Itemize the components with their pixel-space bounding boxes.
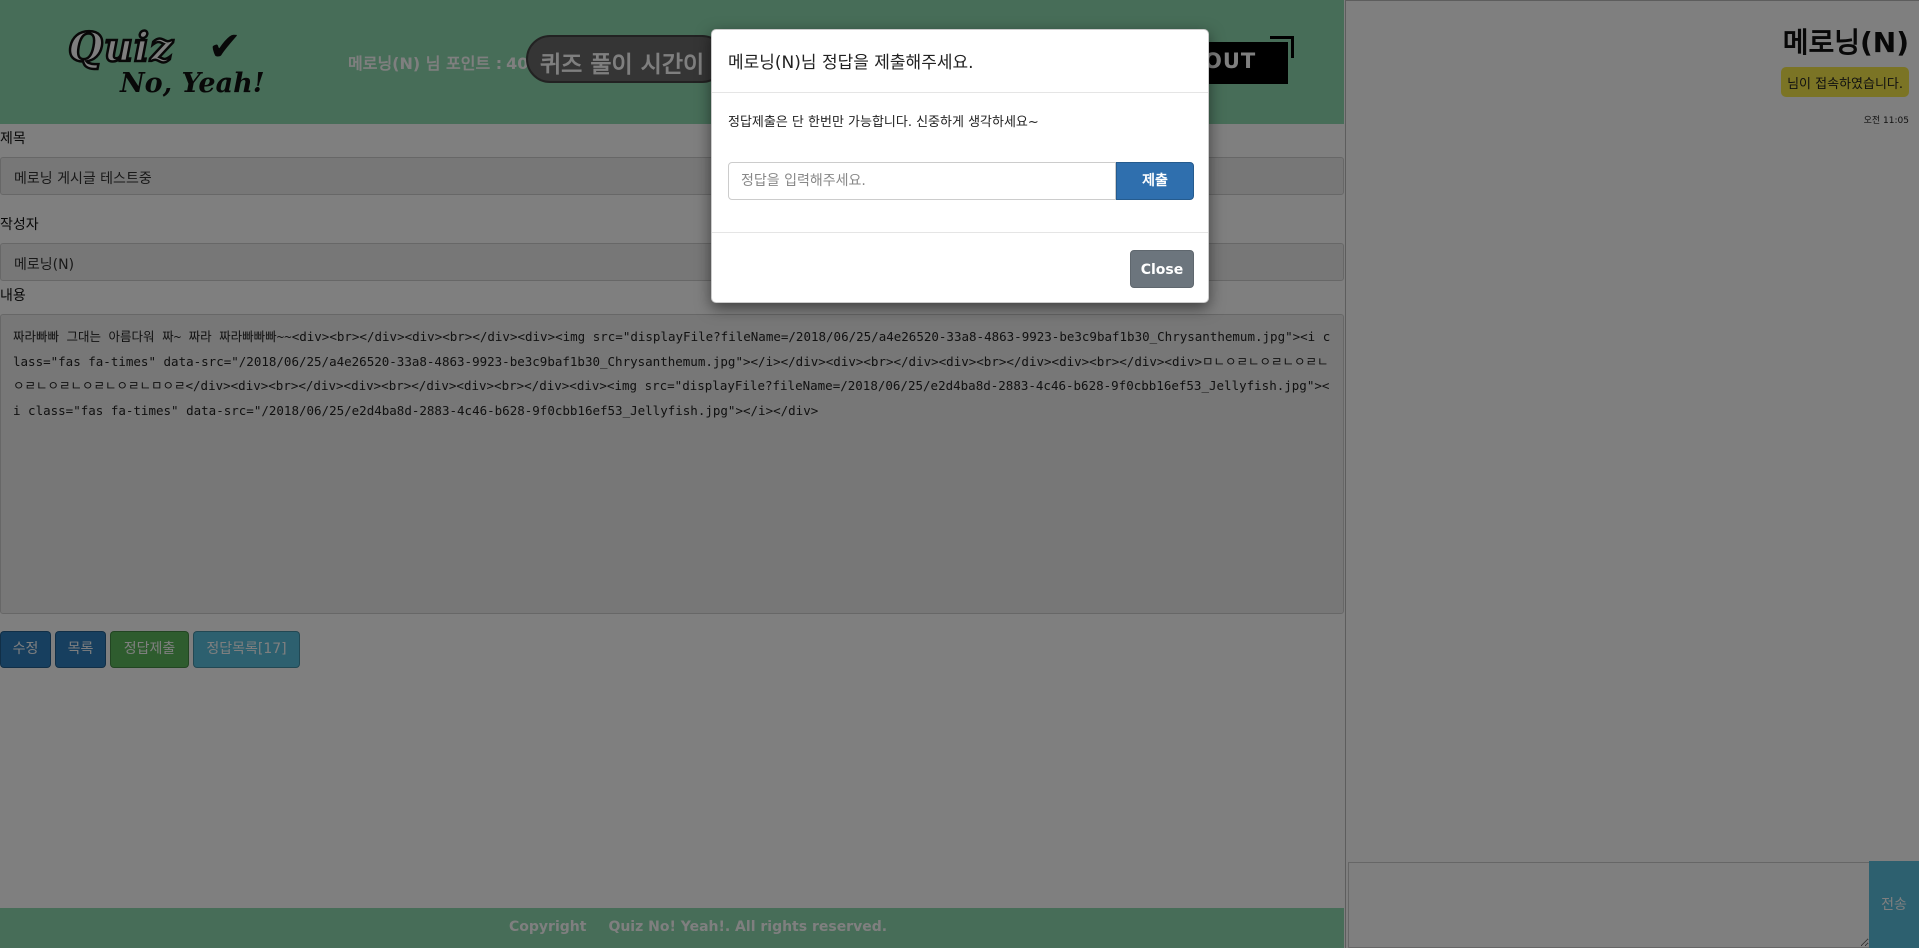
modal-close-button[interactable]: Close: [1130, 250, 1194, 288]
modal-message: 정답제출은 단 한번만 가능합니다. 신중하게 생각하세요~: [728, 115, 1039, 130]
modal-title: 메로닝(N)님 정답을 제출해주세요.: [728, 53, 974, 73]
answer-input[interactable]: [728, 162, 1116, 200]
answer-submit-modal: 메로닝(N)님 정답을 제출해주세요. 정답제출은 단 한번만 가능합니다. 신…: [711, 29, 1209, 303]
answer-submit-button[interactable]: 제출: [1116, 162, 1194, 200]
modal-divider: [712, 92, 1208, 93]
modal-footer-divider: [712, 232, 1208, 233]
